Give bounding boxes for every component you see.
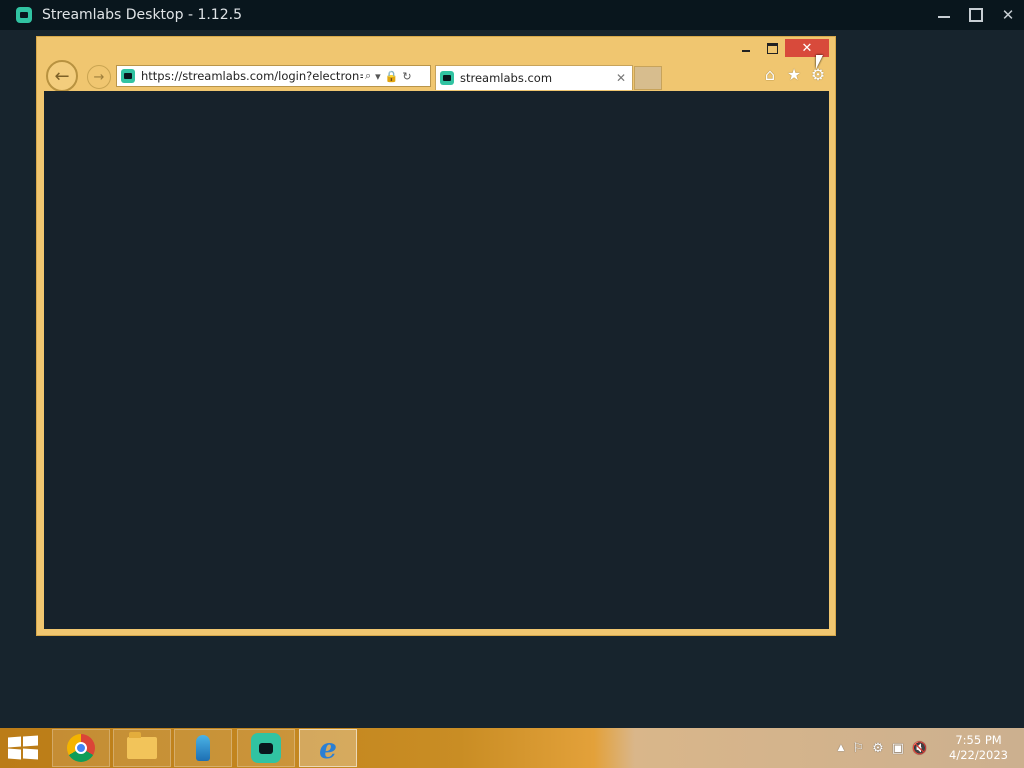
network-icon[interactable]: ⚙ — [872, 741, 884, 756]
minimize-button[interactable] — [928, 0, 960, 30]
site-favicon-icon — [121, 69, 135, 83]
volume-muted-icon[interactable]: 🔇 — [912, 741, 927, 755]
login-popup-window: ✕ ← → ⌕ ▾ 🔒 ↻ streamlabs.com ✕ ⌂ ★ ⚙ — [36, 36, 836, 636]
popup-caption-buttons: ✕ — [733, 39, 829, 59]
back-arrow-icon: ← — [54, 65, 70, 87]
tab-favicon-icon — [440, 71, 454, 85]
mouse-cursor-icon — [816, 55, 823, 69]
streamlabs-logo-icon — [16, 7, 32, 23]
home-icon[interactable]: ⌂ — [761, 65, 779, 84]
taskbar: e ▲ ⚐ ⚙ ▣ 🔇 7:55 PM 4/22/2023 — [0, 728, 1024, 768]
tab-close-button[interactable]: ✕ — [616, 71, 626, 85]
clock[interactable]: 7:55 PM 4/22/2023 — [949, 733, 1008, 763]
popup-minimize-button[interactable] — [733, 39, 759, 57]
tab-label: streamlabs.com — [460, 71, 553, 85]
clock-time: 7:55 PM — [955, 733, 1002, 747]
file-explorer-icon — [127, 732, 157, 759]
taskbar-chrome[interactable] — [52, 729, 110, 767]
display-icon[interactable]: ▣ — [892, 741, 904, 756]
popup-maximize-button[interactable] — [759, 39, 785, 57]
refresh-icon[interactable]: ↻ — [402, 70, 411, 83]
address-input[interactable] — [141, 69, 363, 83]
browser-content-area[interactable] — [44, 91, 829, 629]
messenger-icon — [196, 735, 210, 761]
lock-icon[interactable]: 🔒 — [385, 70, 399, 83]
star-icon[interactable]: ★ — [785, 65, 803, 84]
flag-icon[interactable]: ⚐ — [852, 741, 864, 756]
show-hidden-icons-icon[interactable]: ▲ — [838, 743, 845, 753]
app-title: Streamlabs Desktop - 1.12.5 — [42, 7, 242, 23]
new-tab-button[interactable] — [634, 66, 662, 90]
close-button[interactable]: ✕ — [992, 0, 1024, 30]
chrome-icon — [67, 734, 95, 762]
window-controls: ✕ — [928, 0, 1024, 30]
windows-start-icon[interactable] — [8, 735, 38, 760]
back-button[interactable]: ← — [46, 60, 78, 92]
search-icon[interactable]: ⌕ — [365, 69, 371, 83]
taskbar-messenger[interactable] — [174, 729, 232, 767]
app-titlebar: Streamlabs Desktop - 1.12.5 ✕ — [0, 0, 1024, 30]
forward-arrow-icon: → — [93, 69, 105, 85]
address-bar[interactable]: ⌕ ▾ 🔒 ↻ — [116, 65, 431, 87]
streamlabs-icon — [251, 733, 281, 763]
tab-streamlabs[interactable]: streamlabs.com ✕ — [435, 65, 633, 90]
chevron-down-icon[interactable]: ▾ — [375, 70, 381, 83]
taskbar-streamlabs[interactable] — [237, 729, 295, 767]
address-tools: ⌕ ▾ 🔒 ↻ — [365, 69, 412, 83]
forward-button[interactable]: → — [87, 65, 111, 89]
taskbar-internet-explorer[interactable]: e — [299, 729, 357, 767]
internet-explorer-icon: e — [319, 731, 337, 765]
system-tray: ▲ ⚐ ⚙ ▣ 🔇 7:55 PM 4/22/2023 — [838, 728, 1024, 768]
clock-date: 4/22/2023 — [949, 748, 1008, 762]
maximize-button[interactable] — [960, 0, 992, 30]
taskbar-file-explorer[interactable] — [113, 729, 171, 767]
